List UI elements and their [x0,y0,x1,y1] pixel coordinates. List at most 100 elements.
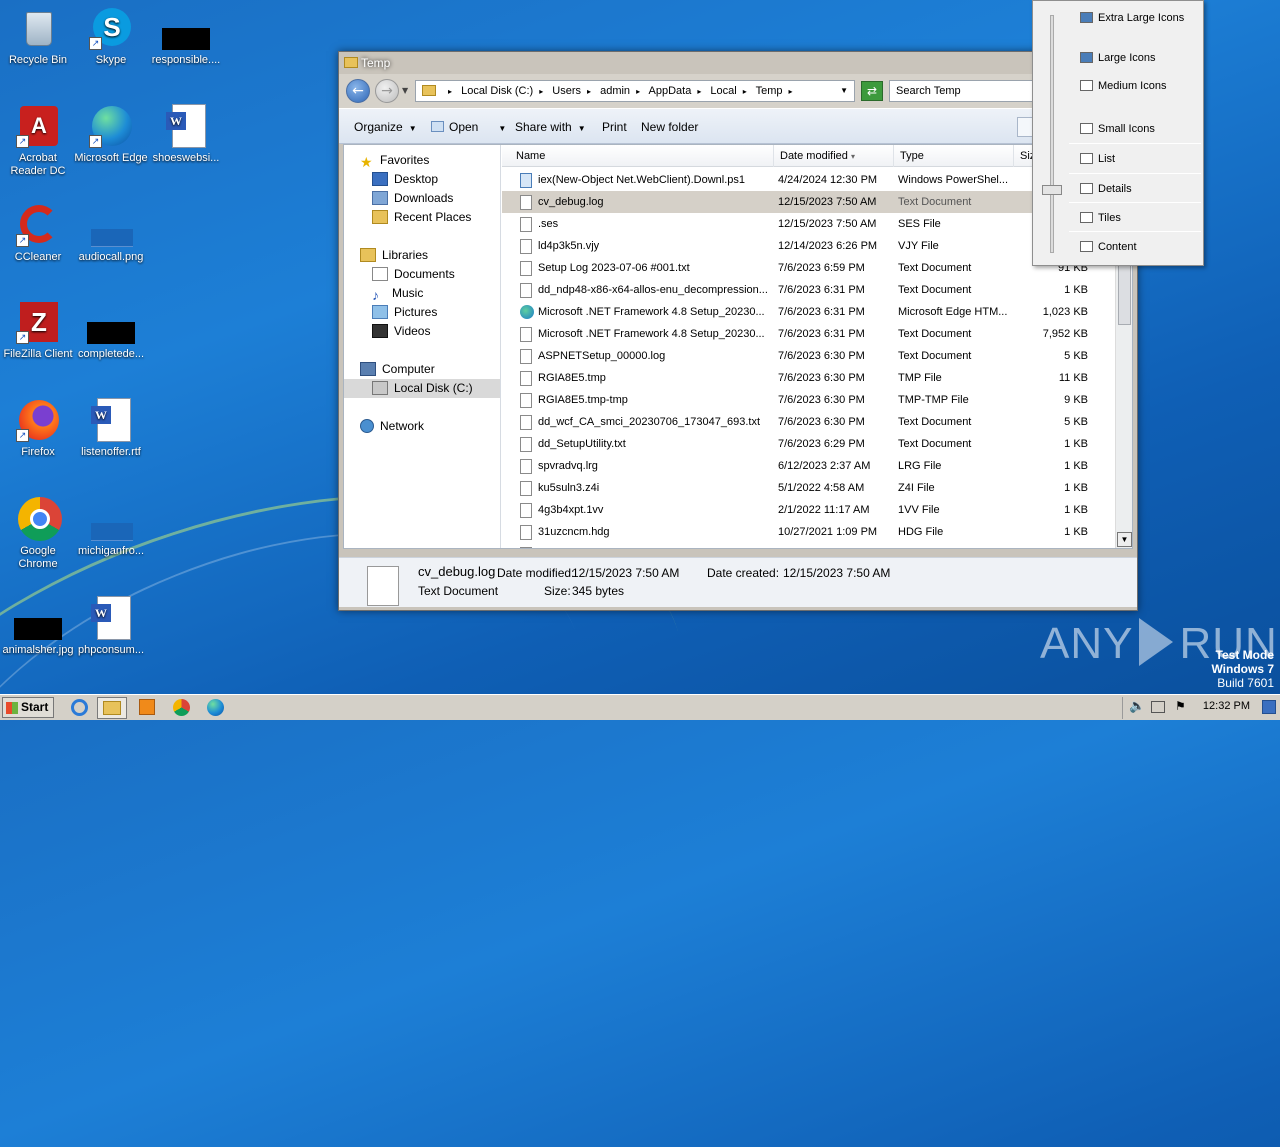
desktop-icon-firefox[interactable]: ↗ Firefox [0,398,76,459]
taskbar-chrome[interactable] [170,698,192,718]
view-menu-item-medium-icons[interactable]: Medium Icons [1069,74,1201,98]
address-bar[interactable]: ▸ Local Disk (C:) ▸ Users ▸ admin ▸ AppData… [415,80,855,102]
nav-item-downloads[interactable]: Downloads [372,189,453,208]
desktop-icon-audiocall[interactable]: audiocall.png [73,203,149,264]
nav-item-favorites[interactable]: ★ Favorites [360,151,429,170]
file-row[interactable]: dd_wcf_CA_smci_20230706_173047_693.txt 7/… [502,411,1114,433]
view-menu-item-tiles[interactable]: Tiles [1069,206,1201,230]
view-menu-item-details[interactable]: Details [1069,177,1201,201]
view-menu-item-large-icons[interactable]: Large Icons [1069,46,1201,70]
file-row[interactable]: iex(New-Object Net.WebClient).Downl.ps1 4… [502,169,1114,191]
nav-item-local-disk[interactable]: Local Disk (C:) [344,379,500,398]
file-row[interactable]: Microsoft .NET Framework 4.8 Setup_20230… [502,301,1114,323]
desktop-icon-listenoffer[interactable]: W listenoffer.rtf [73,398,149,459]
nav-item-recent-places[interactable]: Recent Places [372,208,471,227]
print-button[interactable]: Print [602,120,627,134]
open-icon [431,121,444,132]
nav-item-desktop[interactable]: Desktop [372,170,438,189]
desktop-icon-ccleaner[interactable]: ↗ CCleaner [0,203,76,264]
file-row[interactable]: RGIA8E5.tmp 7/6/2023 6:30 PM TMP File 11 KB [502,367,1114,389]
nav-item-network[interactable]: Network [360,417,424,436]
action-center-flag-icon[interactable]: ⚑ [1175,699,1186,713]
breadcrumb-separator-icon[interactable]: ▸ [539,87,543,96]
taskbar-explorer[interactable] [97,697,127,719]
file-row[interactable]: ld4p3k5n.vjy 12/14/2023 6:26 PM VJY File [502,235,1114,257]
breadcrumb-item[interactable]: admin [600,85,630,97]
organize-button[interactable]: Organize ▼ [354,120,417,134]
taskbar-internet-explorer[interactable] [68,698,90,718]
breadcrumb-item[interactable]: Users [552,85,581,97]
view-menu-item-list[interactable]: List [1069,147,1201,171]
forward-button[interactable]: → [375,79,399,103]
window-titlebar[interactable]: Temp [339,52,1137,74]
desktop-icon-phpconsum[interactable]: W phpconsum... [73,596,149,657]
file-row[interactable]: ASPNETSetup_00000.log 7/6/2023 6:30 PM Tex… [502,345,1114,367]
back-button[interactable]: ← [346,79,370,103]
taskbar-edge[interactable] [204,698,226,718]
file-row[interactable]: .ses 12/15/2023 7:50 AM SES File [502,213,1114,235]
share-with-button[interactable]: Share with ▼ [515,120,586,134]
desktop-icon-filezilla[interactable]: Z ↗ FileZilla Client [0,300,76,361]
file-row[interactable]: Microsoft .NET Framework 4.8 Setup_20230… [502,323,1114,345]
nav-item-music[interactable]: ♪ Music [372,284,423,303]
breadcrumb-separator-icon[interactable]: ▸ [587,87,591,96]
breadcrumb-item[interactable]: Local [710,85,736,97]
breadcrumb-separator-icon[interactable]: ▸ [636,87,640,96]
show-desktop-icon[interactable] [1262,700,1276,714]
desktop-icon-skype[interactable]: S ↗ Skype [73,6,149,67]
desktop-icon-recycle-bin[interactable]: Recycle Bin [0,6,76,67]
nav-item-documents[interactable]: Documents [372,265,455,284]
nav-item-computer[interactable]: Computer [360,360,435,379]
file-row[interactable]: RGIA8E5.tmp-tmp 7/6/2023 6:30 PM TMP-TMP F… [502,389,1114,411]
file-row[interactable]: 4g3b4xpt.1vv 2/1/2022 11:17 AM 1VV File 1 K… [502,499,1114,521]
desktop-icon-responsible[interactable]: responsible.... [148,6,224,67]
start-button[interactable]: Start [2,697,54,718]
file-row[interactable]: dd_ndp48-x86-x64-allos-enu_decompression… [502,279,1114,301]
network-tray-icon[interactable] [1151,701,1165,713]
view-menu-item-extra-large-icons[interactable]: Extra Large Icons [1069,6,1201,30]
recent-pages-dropdown[interactable]: ▼ [402,86,408,95]
nav-item-videos[interactable]: Videos [372,322,430,341]
file-row[interactable]: Setup Log 2023-07-06 #001.txt 7/6/2023 6:… [502,257,1114,279]
view-slider-track[interactable] [1050,15,1054,253]
column-header-type[interactable]: Type [894,145,1014,167]
view-menu-item-content[interactable]: Content [1069,235,1201,259]
search-input[interactable]: Search Temp [889,80,1049,102]
nav-item-pictures[interactable]: Pictures [372,303,437,322]
open-button[interactable]: Open ▼ [431,120,506,134]
file-row[interactable]: 31uzcncm.hdg 10/27/2021 1:09 PM HDG File 1 … [502,521,1114,543]
taskbar-clock[interactable]: 12:32 PM [1203,700,1250,712]
desktop-icon-chrome[interactable]: Google Chrome [0,497,76,571]
desktop-icon-animalsher[interactable]: animalsher.jpg [0,596,76,657]
speaker-icon[interactable]: 🔈 [1129,699,1145,714]
desktop-icon-michiganfro[interactable]: michiganfro... [73,497,149,558]
breadcrumb-item[interactable]: AppData [649,85,692,97]
view-slider-thumb[interactable] [1042,185,1062,195]
breadcrumb-separator-icon[interactable]: ▸ [789,87,793,96]
nav-item-libraries[interactable]: Libraries [360,246,428,265]
scroll-down-arrow-icon[interactable]: ▼ [1117,532,1132,547]
breadcrumb-item[interactable]: Local Disk (C:) [461,85,533,97]
column-header-date-modified[interactable]: Date modified ▾ [774,145,894,167]
file-row[interactable]: cv_debug.log 12/15/2023 7:50 AM Text Docum… [502,191,1114,213]
file-date-modified: 7/6/2023 6:30 PM [778,394,865,406]
view-menu-item-small-icons[interactable]: Small Icons [1069,117,1201,141]
address-dropdown-icon[interactable]: ▼ [840,81,848,101]
file-row[interactable]: krzkhjpe.n2e 3/29/2021 2:22 AM N2O File1 K… [502,543,1114,548]
explorer-window[interactable]: Temp ← → ▼ ▸ Local Disk (C:) ▸ Users ▸ adm… [338,51,1138,611]
desktop-icon-edge[interactable]: ↗ Microsoft Edge [73,104,149,165]
breadcrumb-separator-icon[interactable]: ▸ [697,87,701,96]
file-row[interactable]: spvradvq.lrg 6/12/2023 2:37 AM LRG File 1 K… [502,455,1114,477]
file-row[interactable]: ku5suln3.z4i 5/1/2022 4:58 AM Z4I File 1 KB [502,477,1114,499]
desktop-icon-shoeswebsi[interactable]: W shoeswebsi... [148,104,224,165]
breadcrumb-separator-icon[interactable]: ▸ [743,87,747,96]
desktop-icon-completede[interactable]: completede... [73,300,149,361]
desktop-icon-acrobat[interactable]: A ↗ Acrobat Reader DC [0,104,76,178]
new-folder-button[interactable]: New folder [641,120,698,134]
column-header-name[interactable]: Name [502,145,774,167]
file-row[interactable]: dd_SetupUtility.txt 7/6/2023 6:29 PM Text … [502,433,1114,455]
breadcrumb-separator-icon[interactable]: ▸ [448,87,452,96]
breadcrumb-item[interactable]: Temp [756,85,783,97]
refresh-button[interactable]: ⇄ [861,81,883,101]
taskbar-media-player[interactable] [136,698,158,718]
